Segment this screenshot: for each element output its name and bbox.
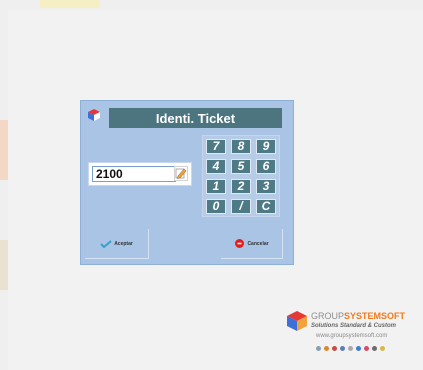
brand-logo: GROUPSYSTEMSOFT Solutions Standard & Cus… bbox=[286, 310, 414, 362]
brand-small-icon bbox=[380, 346, 385, 351]
key-clear[interactable]: C bbox=[256, 199, 276, 214]
key-0[interactable]: 0 bbox=[206, 199, 226, 214]
brand-name-part2: SYSTEMSOFT bbox=[344, 311, 406, 321]
pencil-icon bbox=[175, 168, 187, 179]
brand-small-icon bbox=[356, 346, 361, 351]
brand-small-icon bbox=[332, 346, 337, 351]
brand-small-icon bbox=[348, 346, 353, 351]
key-4[interactable]: 4 bbox=[206, 159, 226, 174]
key-5[interactable]: 5 bbox=[231, 159, 251, 174]
cancel-label: Cancelar bbox=[247, 240, 269, 247]
brand-tagline: Solutions Standard & Custom bbox=[311, 323, 397, 329]
ticket-dialog: Identi. Ticket 7 8 9 4 5 6 1 2 3 0 / C A… bbox=[80, 100, 294, 265]
brand-cube-icon bbox=[287, 311, 307, 331]
key-2[interactable]: 2 bbox=[231, 179, 251, 194]
dialog-title-text: Identi. Ticket bbox=[155, 110, 236, 126]
cancel-icon bbox=[235, 239, 245, 248]
key-8[interactable]: 8 bbox=[231, 139, 251, 154]
brand-small-icon bbox=[324, 346, 329, 351]
app-logo-icon bbox=[88, 109, 100, 121]
accept-label: Aceptar bbox=[114, 240, 133, 247]
checkmark-icon bbox=[100, 239, 112, 248]
brand-small-icon bbox=[340, 346, 345, 351]
brand-url: www.groupsystemsoft.com bbox=[316, 333, 388, 339]
dialog-title: Identi. Ticket bbox=[109, 108, 282, 128]
brand-small-icon bbox=[364, 346, 369, 351]
key-1[interactable]: 1 bbox=[206, 179, 226, 194]
brand-name-part1: GROUP bbox=[311, 311, 345, 321]
brand-small-icon bbox=[372, 346, 377, 351]
accept-button[interactable]: Aceptar bbox=[85, 229, 149, 259]
key-9[interactable]: 9 bbox=[256, 139, 276, 154]
brand-small-icon bbox=[316, 346, 321, 351]
key-slash[interactable]: / bbox=[231, 199, 251, 214]
edit-button[interactable] bbox=[174, 166, 188, 181]
key-3[interactable]: 3 bbox=[256, 179, 276, 194]
ticket-input[interactable] bbox=[92, 166, 176, 182]
brand-name: GROUPSYSTEMSOFT bbox=[311, 311, 405, 321]
key-7[interactable]: 7 bbox=[206, 139, 226, 154]
brand-icon-row bbox=[316, 346, 385, 351]
cancel-button[interactable]: Cancelar bbox=[221, 229, 283, 259]
numeric-keypad: 7 8 9 4 5 6 1 2 3 0 / C bbox=[202, 135, 280, 217]
key-6[interactable]: 6 bbox=[256, 159, 276, 174]
